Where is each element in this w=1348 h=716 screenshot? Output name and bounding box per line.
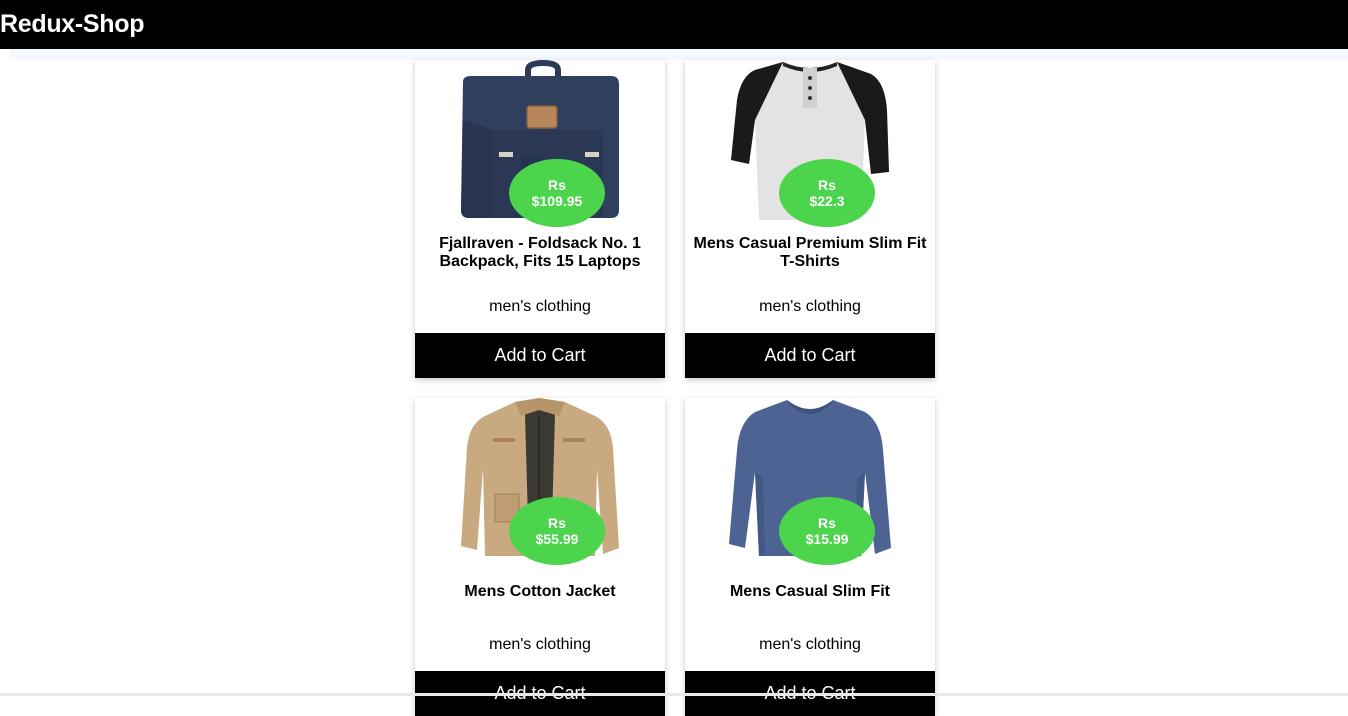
- add-to-cart-button[interactable]: Add to Cart: [685, 333, 935, 378]
- price-badge: Rs $22.3: [779, 159, 875, 227]
- price-badge: Rs $15.99: [779, 497, 875, 565]
- product-title[interactable]: Mens Casual Slim Fit: [693, 583, 927, 601]
- product-title[interactable]: Fjallraven - Foldsack No. 1 Backpack, Fi…: [423, 235, 657, 271]
- subheader-strip: [10, 49, 1348, 60]
- product-image[interactable]: Rs $109.95: [415, 60, 665, 227]
- product-title[interactable]: Mens Cotton Jacket: [423, 583, 657, 601]
- price-value: $109.95: [531, 193, 583, 209]
- product-title[interactable]: Mens Casual Premium Slim Fit T-Shirts: [693, 235, 927, 271]
- price-currency: Rs: [818, 177, 836, 193]
- add-to-cart-button[interactable]: Add to Cart: [415, 333, 665, 378]
- product-card[interactable]: Rs $55.99 Mens Cotton Jacket men's cloth…: [415, 398, 665, 716]
- product-category: men's clothing: [759, 636, 861, 653]
- product-image[interactable]: Rs $55.99: [415, 398, 665, 565]
- price-currency: Rs: [818, 515, 836, 531]
- price-value: $55.99: [535, 531, 579, 547]
- price-currency: Rs: [548, 515, 566, 531]
- price-value: $22.3: [809, 193, 845, 209]
- price-badge: Rs $109.95: [509, 159, 605, 227]
- product-image[interactable]: Rs $15.99: [685, 398, 935, 565]
- product-category: men's clothing: [489, 298, 591, 315]
- price-value: $15.99: [805, 531, 849, 547]
- product-category: men's clothing: [489, 636, 591, 653]
- product-card[interactable]: Rs $15.99 Mens Casual Slim Fit men's clo…: [685, 398, 935, 716]
- price-currency: Rs: [548, 177, 566, 193]
- price-badge: Rs $55.99: [509, 497, 605, 565]
- brand-logo[interactable]: Redux-Shop: [0, 10, 145, 39]
- product-card[interactable]: Rs $22.3 Mens Casual Premium Slim Fit T-…: [685, 60, 935, 378]
- product-category: men's clothing: [759, 298, 861, 315]
- product-image[interactable]: Rs $22.3: [685, 60, 935, 227]
- product-card[interactable]: Rs $109.95 Fjallraven - Foldsack No. 1 B…: [415, 60, 665, 378]
- navbar: Redux-Shop: [0, 0, 1348, 49]
